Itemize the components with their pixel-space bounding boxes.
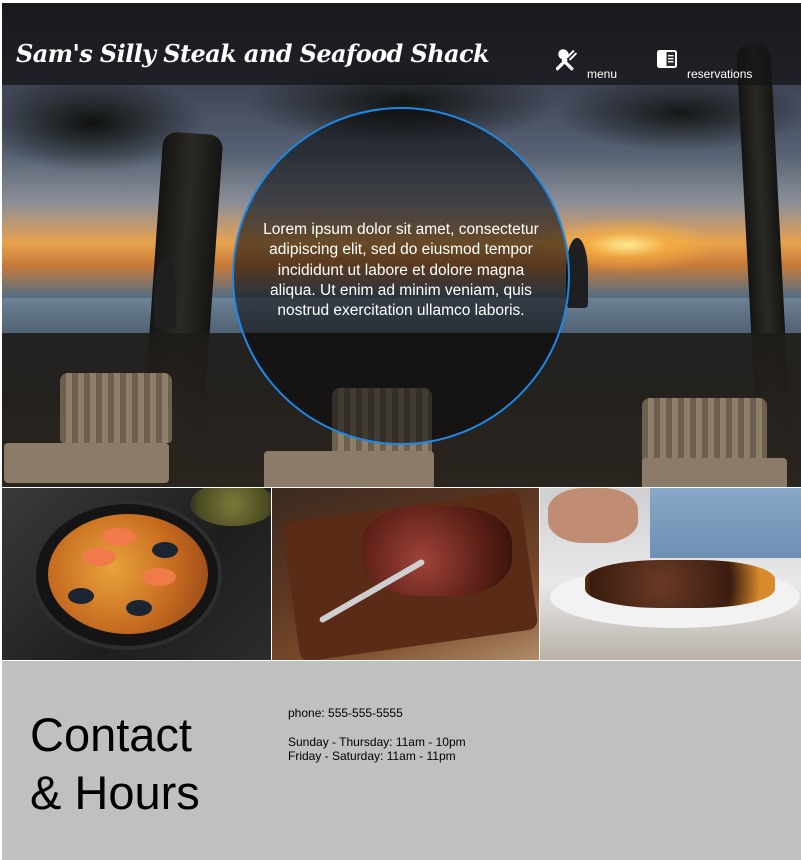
intro-text: Lorem ipsum dolor sit amet, consectetur …	[263, 221, 539, 320]
mussel	[152, 542, 178, 558]
steak-photo	[272, 488, 539, 660]
shrimp	[142, 568, 176, 586]
mussel	[68, 588, 94, 604]
utensils-icon	[556, 49, 577, 71]
nav-menu-label: menu	[587, 67, 618, 81]
lounge-seat	[4, 443, 169, 483]
umbrella	[154, 258, 176, 328]
shrimp	[82, 548, 116, 566]
lounge-seat	[264, 451, 434, 487]
lounge-chair	[60, 373, 172, 443]
brand-title[interactable]: Sam's Silly Steak and Seafood Shack	[16, 39, 490, 68]
shrimp	[102, 528, 136, 546]
contact-title: Contact & Hours	[30, 706, 200, 822]
nav-reservations-label: reservations	[687, 67, 753, 81]
paella-photo	[2, 488, 271, 660]
chef-sleeve	[650, 488, 801, 558]
book-icon	[657, 50, 677, 68]
contact-title-line1: Contact	[30, 708, 192, 761]
contact-title-line2: & Hours	[30, 766, 200, 819]
olives-bowl	[190, 488, 271, 526]
nav-menu[interactable]: menu	[556, 48, 622, 84]
hours-line: Sunday - Thursday: 11am - 10pm	[288, 735, 466, 749]
nav-reservations[interactable]: reservations	[656, 48, 766, 84]
chef-hand	[548, 488, 638, 543]
hours-line: Friday - Saturday: 11am - 11pm	[288, 749, 456, 763]
mussel	[126, 600, 152, 616]
plated-steak	[585, 560, 775, 608]
phone-number[interactable]: phone: 555-555-5555	[288, 706, 403, 720]
lounge-seat	[642, 458, 787, 487]
plated-steak-photo	[540, 488, 801, 660]
